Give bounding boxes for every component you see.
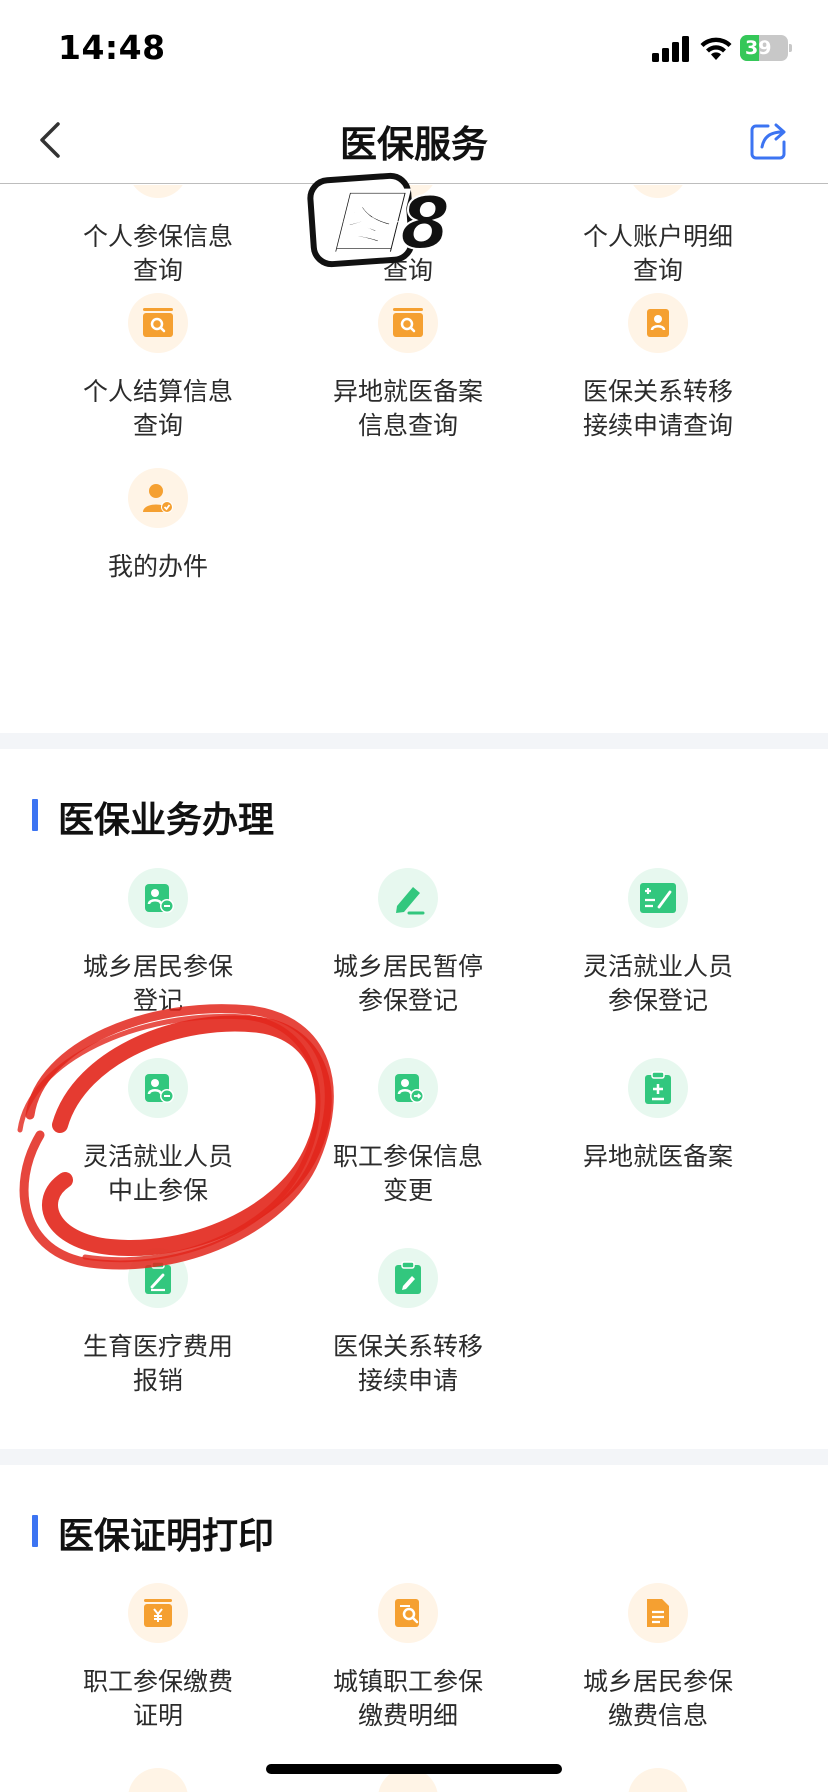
battery-level-text: 39 [745, 37, 772, 59]
page-title: 医保服务 [340, 123, 488, 166]
section-divider [0, 1449, 828, 1465]
query-item-my-cases[interactable]: 我的办件 [33, 468, 283, 584]
sign-form-icon [628, 868, 688, 928]
business-item-label: 城乡居民暂停 参保登记 [332, 952, 483, 1015]
section-bar [32, 1515, 38, 1547]
pen-icon [378, 868, 438, 928]
search-doc-icon [378, 293, 438, 353]
section-title: 医保业务办理 [58, 800, 275, 841]
home-indicator[interactable] [266, 1764, 562, 1774]
query-item-label: 个人参保信息 查询 [82, 222, 233, 285]
business-item-label: 职工参保信息 变更 [332, 1142, 483, 1205]
document-icon [128, 1768, 188, 1792]
query-item-label: 我的办件 [107, 552, 208, 581]
person-minus-icon [128, 1058, 188, 1118]
share-icon[interactable] [748, 120, 790, 162]
certificate-item-label: 城镇职工参保 缴费明细 [332, 1667, 483, 1730]
plus-icon [128, 185, 188, 198]
person-doc-icon [628, 293, 688, 353]
stamp-watermark: 图8 [307, 172, 451, 268]
status-time: 14:48 [58, 28, 166, 67]
query-item-label: 医保关系转移 接续申请查询 [582, 377, 733, 440]
business-item-resident-suspend[interactable]: 城乡居民暂停 参保登记 [283, 868, 533, 1018]
query-item-label: 个人账户明细 查询 [582, 222, 733, 285]
certificate-item-peek[interactable] [533, 1768, 783, 1792]
certificate-item-label: 城乡居民参保 缴费信息 [582, 1667, 733, 1730]
search-doc-icon [128, 293, 188, 353]
document-icon [628, 1583, 688, 1643]
person-minus-icon [128, 868, 188, 928]
wifi-icon [700, 37, 732, 60]
section-title: 医保证明打印 [58, 1516, 275, 1557]
section-bar [32, 799, 38, 831]
query-item-label: 异地就医备案 信息查询 [332, 377, 483, 440]
query-item-transfer[interactable]: 医保关系转移 接续申请查询 [533, 293, 783, 443]
business-item-label: 灵活就业人员 中止参保 [82, 1142, 233, 1205]
certificate-item-town-detail[interactable]: 城镇职工参保 缴费明细 [283, 1583, 533, 1733]
yuan-icon [128, 1583, 188, 1643]
query-item-label: 个人结算信息 查询 [82, 377, 233, 440]
signal-icon [652, 36, 689, 62]
status-bar: 14:48 39 [0, 0, 828, 100]
battery-icon: 39 [740, 35, 792, 61]
certificate-item-employee-payment[interactable]: 职工参保缴费 证明 [33, 1583, 283, 1733]
business-item-maternity-reimburse[interactable]: 生育医疗费用 报销 [33, 1248, 283, 1398]
search-doc-icon [378, 1583, 438, 1643]
certificate-item-peek[interactable] [33, 1768, 283, 1792]
query-item-remote-filing[interactable]: 异地就医备案 信息查询 [283, 293, 533, 443]
query-item-settlement[interactable]: 个人结算信息 查询 [33, 293, 283, 443]
query-item-account-detail[interactable]: 个人账户明细 查询 [533, 185, 783, 288]
business-item-label: 生育医疗费用 报销 [82, 1332, 233, 1395]
business-item-label: 医保关系转移 接续申请 [332, 1332, 483, 1395]
person-arrow-icon [378, 1058, 438, 1118]
query-item-personal-insurance[interactable]: 个人参保信息 查询 [33, 185, 283, 288]
business-item-employee-change[interactable]: 职工参保信息 变更 [283, 1058, 533, 1208]
section-divider [0, 733, 828, 749]
business-item-label: 灵活就业人员 参保登记 [582, 952, 733, 1015]
clipboard-pen-icon [128, 1248, 188, 1308]
stamp-text: 图8 [328, 181, 450, 265]
certificate-item-label: 职工参保缴费 证明 [82, 1667, 233, 1730]
business-item-flexible-stop[interactable]: 灵活就业人员 中止参保 [33, 1058, 283, 1208]
clipboard-edit-icon [378, 1248, 438, 1308]
user-check-icon [128, 468, 188, 528]
business-item-transfer-apply[interactable]: 医保关系转移 接续申请 [283, 1248, 533, 1398]
business-item-flexible-register[interactable]: 灵活就业人员 参保登记 [533, 868, 783, 1018]
business-item-label: 异地就医备案 [582, 1142, 733, 1171]
business-item-label: 城乡居民参保 登记 [82, 952, 233, 1015]
list-icon [628, 185, 688, 198]
document-icon [628, 1768, 688, 1792]
business-item-resident-register[interactable]: 城乡居民参保 登记 [33, 868, 283, 1018]
business-item-remote-filing[interactable]: 异地就医备案 [533, 1058, 783, 1174]
certificate-item-resident-payment[interactable]: 城乡居民参保 缴费信息 [533, 1583, 783, 1733]
main-content[interactable]: 个人参保信息 查询 查询 个人账户明细 查询 个人结算信息 查询 异地就医备案 … [0, 185, 828, 1792]
clipboard-plus-icon [628, 1058, 688, 1118]
